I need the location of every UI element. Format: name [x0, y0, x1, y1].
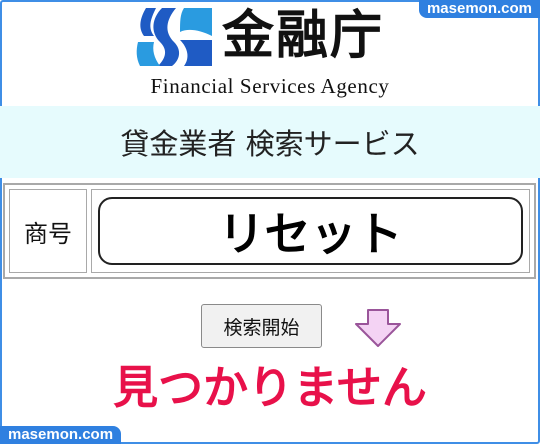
trade-name-label: 商号	[24, 219, 72, 248]
trade-name-input-value: リセット	[218, 207, 403, 261]
search-start-button-label: 検索開始	[223, 316, 300, 339]
fsa-logo-icon	[136, 8, 212, 66]
watermark-top: masemon.com	[418, 0, 540, 18]
page-title: 貸金業者 検索サービス	[120, 127, 420, 161]
down-arrow-icon	[355, 309, 401, 347]
search-start-button[interactable]: 検索開始	[201, 304, 322, 348]
logo-kanji-text: 金融庁	[222, 6, 385, 66]
watermark-bottom: masemon.com	[0, 426, 122, 444]
search-form-table: 商号 リセット	[3, 183, 536, 279]
trade-name-input[interactable]: リセット	[98, 197, 523, 265]
label-cell: 商号	[9, 189, 87, 273]
input-cell: リセット	[91, 189, 530, 273]
logo-english-text: Financial Services Agency	[150, 74, 390, 98]
service-banner: 貸金業者 検索サービス	[0, 106, 540, 178]
not-found-message: 見つかりません	[113, 361, 427, 414]
